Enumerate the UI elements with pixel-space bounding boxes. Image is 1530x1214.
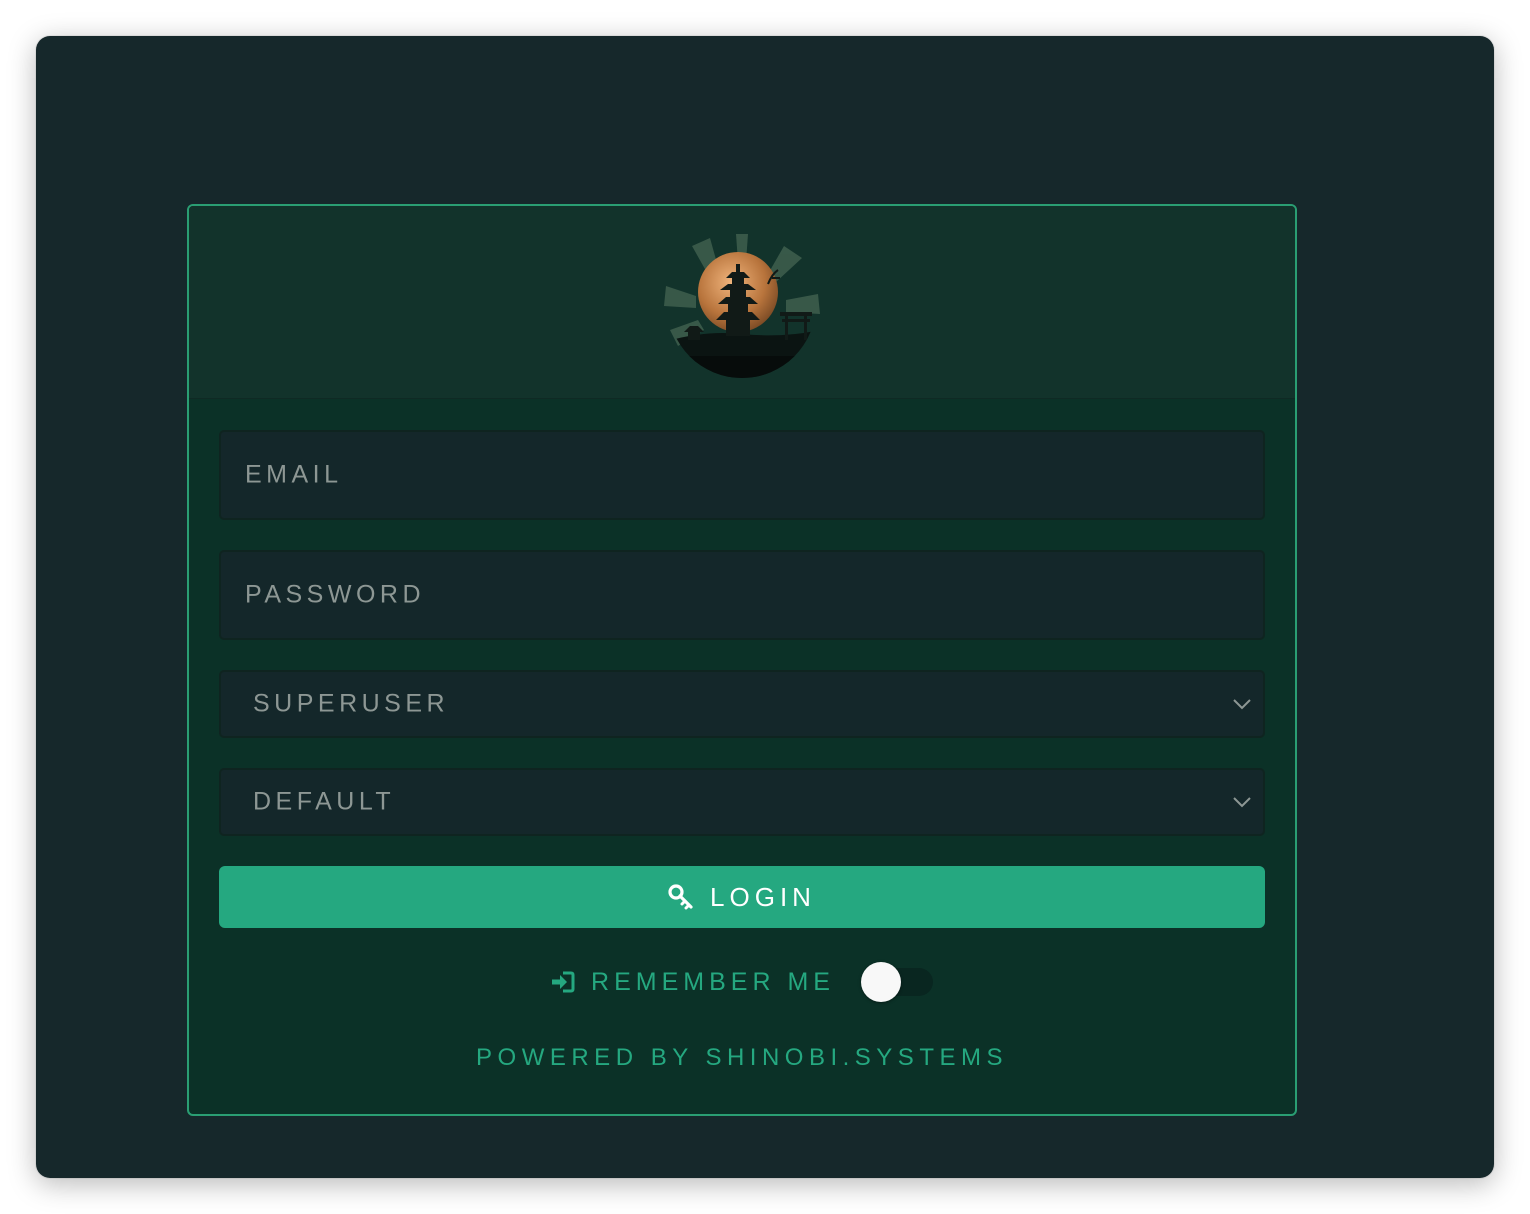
chevron-down-icon bbox=[1233, 699, 1251, 710]
role-select-value: SUPERUSER bbox=[253, 689, 450, 718]
role-select[interactable]: SUPERUSER bbox=[219, 670, 1265, 738]
toggle-knob bbox=[860, 962, 901, 1002]
app-window: EMAIL PASSWORD SUPERUSER DEFAULT LOGIN R… bbox=[36, 36, 1494, 1178]
login-button[interactable]: LOGIN bbox=[219, 866, 1265, 928]
password-field[interactable]: PASSWORD bbox=[219, 550, 1265, 640]
group-select[interactable]: DEFAULT bbox=[219, 768, 1265, 836]
password-placeholder: PASSWORD bbox=[245, 580, 425, 609]
key-icon bbox=[668, 884, 693, 910]
email-field[interactable]: EMAIL bbox=[219, 430, 1265, 520]
group-select-value: DEFAULT bbox=[253, 787, 396, 816]
chevron-down-icon bbox=[1233, 797, 1251, 808]
login-label: LOGIN bbox=[710, 881, 816, 912]
remember-me-toggle[interactable] bbox=[860, 962, 933, 1002]
login-card-header bbox=[189, 206, 1295, 399]
shinobi-logo-icon bbox=[664, 234, 820, 378]
remember-me-label: REMEMBER ME bbox=[591, 967, 835, 996]
email-placeholder: EMAIL bbox=[245, 460, 343, 489]
login-card: EMAIL PASSWORD SUPERUSER DEFAULT LOGIN R… bbox=[187, 204, 1297, 1116]
sign-in-icon bbox=[552, 971, 575, 993]
remember-me-row: REMEMBER ME bbox=[189, 962, 1295, 1002]
powered-by-text: POWERED BY SHINOBI.SYSTEMS bbox=[476, 1044, 1008, 1071]
